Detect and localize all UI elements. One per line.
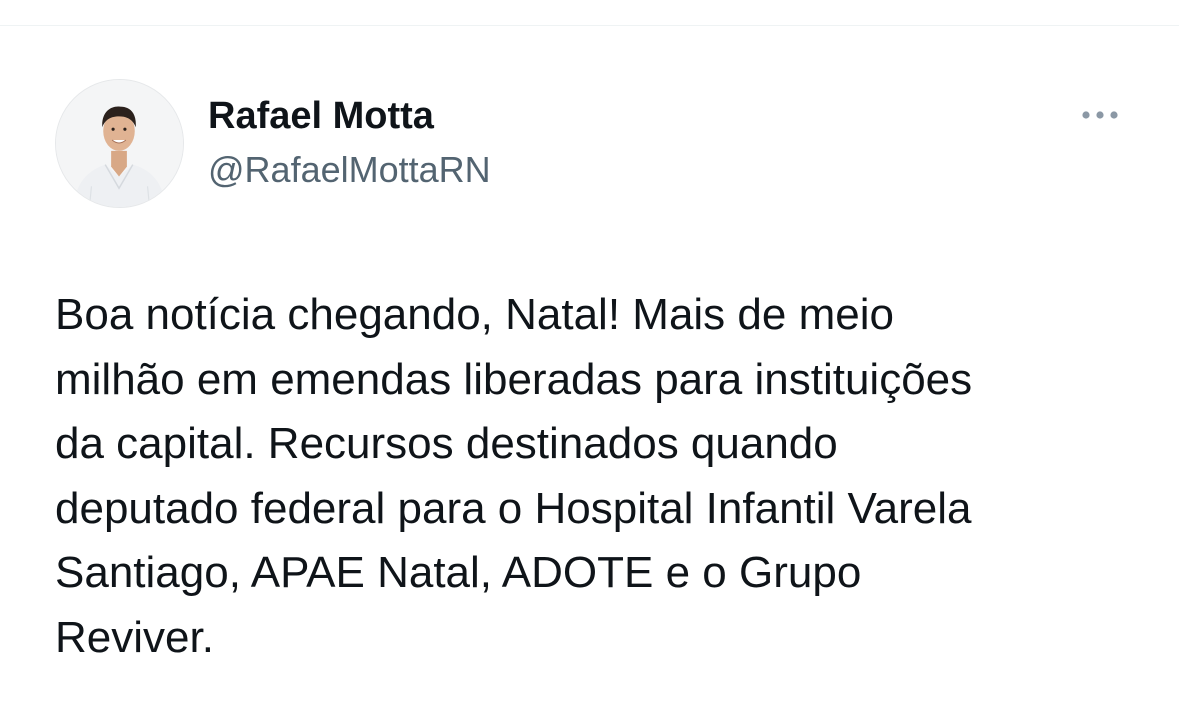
tweet-card: Rafael Motta @RafaelMottaRN Boa notícia … [0, 0, 1179, 721]
tweet-text-line: Reviver. [55, 612, 214, 662]
avatar[interactable] [55, 79, 184, 208]
tweet-text-line: milhão em emendas liberadas para institu… [55, 354, 973, 404]
tweet-text-line: da capital. Recursos destinados quando [55, 419, 838, 469]
author-handle[interactable]: @RafaelMottaRN [208, 148, 491, 192]
more-options-button[interactable] [1072, 101, 1128, 129]
more-horizontal-icon [1082, 111, 1118, 119]
tweet-text-line: Boa notícia chegando, Natal! Mais de mei… [55, 290, 894, 339]
avatar-image [56, 80, 183, 207]
top-divider [0, 25, 1179, 26]
tweet-text-line: Santiago, APAE Natal, ADOTE e o Grupo [55, 548, 862, 598]
tweet-text: Boa notícia chegando, Natal! Mais de mei… [55, 283, 1145, 671]
tweet-text-line: deputado federal para o Hospital Infanti… [55, 483, 972, 533]
author-display-name[interactable]: Rafael Motta [208, 93, 434, 139]
